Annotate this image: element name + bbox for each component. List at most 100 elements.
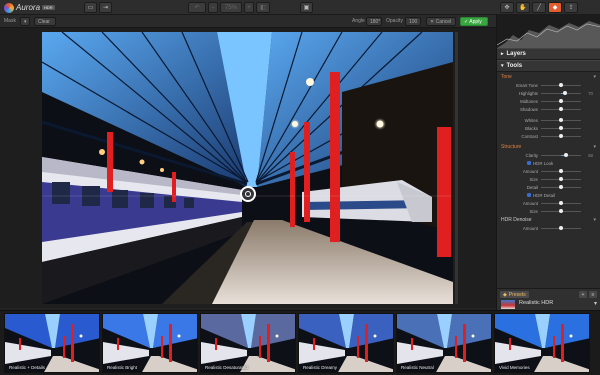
layers-tool-button[interactable]: ◆ bbox=[548, 2, 562, 13]
slider-knob[interactable] bbox=[559, 200, 563, 205]
slider-label: Size bbox=[529, 176, 538, 182]
share-button[interactable]: ⇪ bbox=[564, 2, 578, 13]
slider-track[interactable] bbox=[541, 200, 581, 205]
angle-value: 180° bbox=[370, 19, 381, 25]
slider-track[interactable] bbox=[541, 225, 581, 230]
slider-track[interactable] bbox=[541, 125, 581, 130]
slider-label: Detail bbox=[526, 184, 538, 190]
slider-track[interactable] bbox=[541, 168, 581, 173]
hdr-look-label: HDR Look bbox=[533, 160, 554, 166]
slider-knob[interactable] bbox=[559, 125, 563, 130]
apply-button[interactable]: ✓ Apply bbox=[460, 17, 488, 26]
tone-blacks-slider-row[interactable]: Blacks bbox=[497, 124, 600, 132]
apply-label: ✓ Apply bbox=[464, 19, 482, 25]
layers-section-header[interactable]: ▸ Layers bbox=[497, 48, 600, 60]
open-folder-button[interactable]: ▭ bbox=[84, 2, 97, 13]
preset-label: Realistic Desaturated bbox=[205, 365, 248, 370]
export-button[interactable]: ⇥ bbox=[99, 2, 112, 13]
fit-button[interactable]: ▣ bbox=[300, 2, 313, 13]
hdr-look-amount-slider-row[interactable]: Amount bbox=[497, 167, 600, 175]
slider-track[interactable] bbox=[541, 106, 581, 111]
slider-track[interactable] bbox=[541, 176, 581, 181]
brush-tool-button[interactable]: ╱ bbox=[532, 2, 546, 13]
mask-toolbar: Mask ▾ Clear Angle 180° Opacity 100 ✕ Ca… bbox=[0, 15, 496, 28]
chevron-down-icon: ▾ bbox=[593, 143, 596, 150]
preset-thumbnail-realistic-details[interactable]: Realistic + Details bbox=[4, 313, 100, 373]
hdr-look-detail-slider-row[interactable]: Detail bbox=[497, 183, 600, 191]
slider-knob[interactable] bbox=[559, 176, 563, 181]
presets-label: Presets bbox=[508, 291, 526, 298]
canvas-area[interactable] bbox=[0, 28, 496, 308]
zoom-out-button[interactable]: − bbox=[208, 2, 218, 13]
angle-input[interactable]: 180° bbox=[366, 17, 382, 26]
tone-shadows-slider-row[interactable]: Shadows bbox=[497, 105, 600, 113]
slider-knob[interactable] bbox=[563, 152, 568, 157]
mask-label: Mask bbox=[4, 18, 16, 24]
hdr-detail-size-slider-row[interactable]: Size bbox=[497, 207, 600, 215]
denoise-title: HDR Denoise bbox=[501, 216, 532, 223]
tools-section-header[interactable]: ▾ Tools bbox=[497, 60, 600, 72]
slider-knob[interactable] bbox=[563, 90, 567, 95]
slider-track[interactable] bbox=[541, 98, 581, 103]
slider-knob[interactable] bbox=[559, 98, 563, 103]
undo-button[interactable]: ↶ bbox=[188, 2, 206, 13]
preset-label: Realistic Neutral bbox=[401, 365, 434, 370]
tone-midtones-slider-row[interactable]: Midtones bbox=[497, 97, 600, 105]
mask-dropdown[interactable]: ▾ bbox=[20, 17, 30, 26]
slider-track[interactable] bbox=[541, 90, 581, 95]
slider-knob[interactable] bbox=[559, 133, 563, 138]
zoom-value[interactable]: 75% bbox=[220, 2, 242, 13]
slider-knob[interactable] bbox=[559, 225, 563, 230]
slider-track[interactable] bbox=[541, 208, 581, 213]
transform-button[interactable]: ✥ bbox=[500, 2, 514, 13]
add-preset-button[interactable]: + bbox=[579, 291, 587, 298]
preset-thumbnail-realistic-bright[interactable]: Realistic Bright bbox=[102, 313, 198, 373]
slider-knob[interactable] bbox=[559, 184, 563, 189]
gradient-center-handle[interactable] bbox=[240, 186, 256, 202]
opacity-input[interactable]: 100 bbox=[405, 17, 421, 26]
slider-track[interactable] bbox=[541, 117, 581, 122]
menu-icon: ≡ bbox=[591, 291, 595, 298]
preset-label: Realistic Bright bbox=[107, 365, 138, 370]
denoise-group-header[interactable]: HDR Denoise ▾ bbox=[497, 215, 600, 224]
tone-highlights-slider-row[interactable]: Highlights 70 bbox=[497, 89, 600, 97]
hdr-detail-toggle[interactable]: HDR Detail bbox=[497, 191, 600, 199]
structure-group-header[interactable]: Structure ▾ bbox=[497, 142, 600, 151]
compare-button[interactable]: ◧ bbox=[256, 2, 270, 13]
app-badge: HDR bbox=[42, 5, 55, 10]
preset-menu-button[interactable]: ≡ bbox=[589, 291, 597, 298]
tone-whites-slider-row[interactable]: Whites bbox=[497, 116, 600, 124]
clear-mask-button[interactable]: Clear bbox=[34, 17, 56, 26]
hdr-look-sliders: Amount Size Detail bbox=[497, 167, 600, 191]
slider-track[interactable] bbox=[541, 184, 581, 189]
chevron-down-icon: ▾ bbox=[593, 301, 597, 307]
slider-knob[interactable] bbox=[559, 168, 563, 173]
tone-group-header[interactable]: Tone ▾ bbox=[497, 72, 600, 81]
denoise-amount-slider-row[interactable]: Amount bbox=[497, 224, 600, 232]
slider-knob[interactable] bbox=[559, 106, 563, 111]
denoise-sliders: Amount bbox=[497, 224, 600, 232]
preset-thumbnail-realistic-dreamy[interactable]: Realistic Dreamy bbox=[298, 313, 394, 373]
preset-thumbnail-vivid-memories[interactable]: Vivid Memories bbox=[494, 313, 590, 373]
tone-contrast-slider-row[interactable]: Contrast bbox=[497, 132, 600, 140]
hdr-look-toggle[interactable]: HDR Look bbox=[497, 159, 600, 167]
zoom-in-button[interactable]: + bbox=[244, 2, 254, 13]
clarity-slider: Clarity 58 bbox=[497, 151, 600, 159]
slider-knob[interactable] bbox=[559, 82, 563, 87]
tone-smart-tone-slider-row[interactable]: Smart Tone bbox=[497, 81, 600, 89]
main-photo[interactable] bbox=[42, 32, 453, 304]
canvas-scrollbar[interactable] bbox=[455, 32, 458, 304]
cancel-button[interactable]: ✕ Cancel bbox=[426, 17, 456, 26]
slider-knob[interactable] bbox=[559, 117, 563, 122]
hdr-look-size-slider-row[interactable]: Size bbox=[497, 175, 600, 183]
preset-thumbnail-realistic-desaturated[interactable]: Realistic Desaturated bbox=[200, 313, 296, 373]
hand-tool-button[interactable]: ✋ bbox=[516, 2, 530, 13]
slider-track[interactable] bbox=[541, 82, 581, 87]
structure-clarity-slider-row[interactable]: Clarity 58 bbox=[497, 151, 600, 159]
preset-thumbnail-realistic-neutral[interactable]: Realistic Neutral bbox=[396, 313, 492, 373]
slider-knob[interactable] bbox=[559, 208, 563, 213]
hdr-detail-amount-slider-row[interactable]: Amount bbox=[497, 199, 600, 207]
slider-track[interactable] bbox=[541, 133, 581, 138]
slider-track[interactable] bbox=[541, 152, 581, 157]
presets-button[interactable]: ◆ Presets bbox=[500, 291, 529, 298]
